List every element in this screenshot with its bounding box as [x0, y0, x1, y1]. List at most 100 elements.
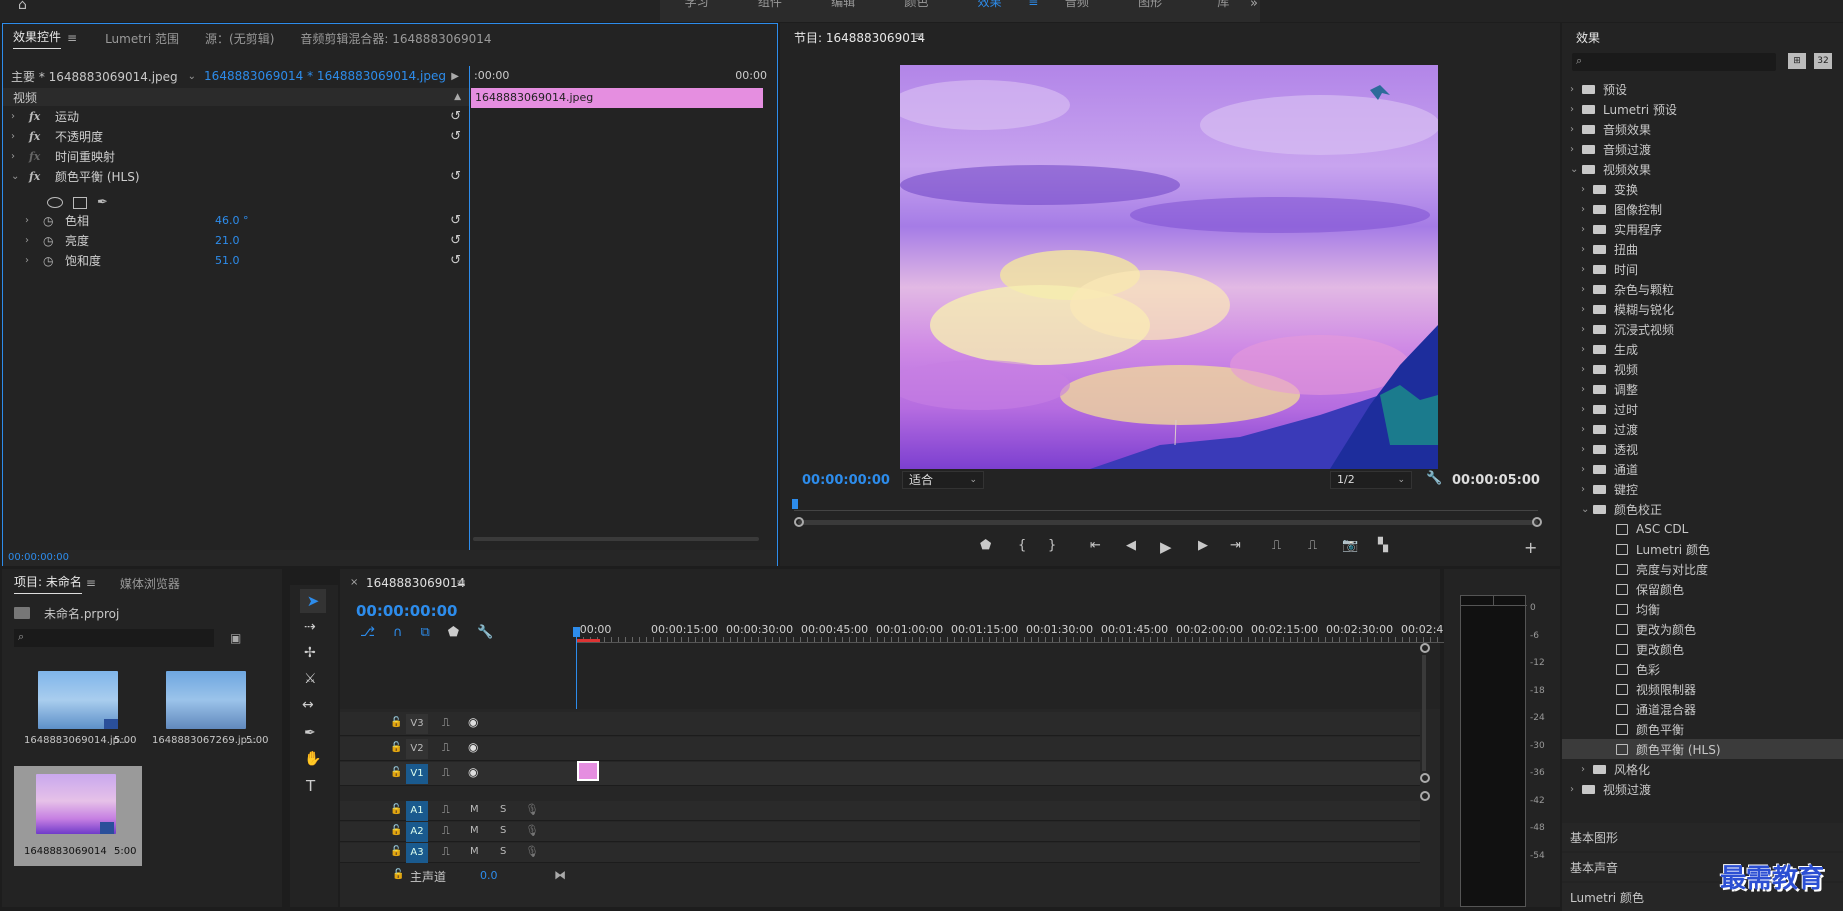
effects-folder[interactable]: › 调整: [1562, 379, 1843, 399]
workspace-tab[interactable]: 图形: [1114, 0, 1187, 22]
lock-icon[interactable]: 🔓: [390, 742, 402, 753]
chevron-right-icon[interactable]: ›: [1581, 264, 1593, 275]
effects-folder[interactable]: ⌄ 颜色校正: [1562, 499, 1843, 519]
home-icon[interactable]: ⌂: [18, 0, 38, 12]
snap-icon[interactable]: ∩: [393, 625, 403, 640]
v-scroll-handle-top[interactable]: [1420, 643, 1430, 653]
ec-clip-bar[interactable]: 1648883069014.jpeg: [471, 88, 763, 108]
chevron-right-icon[interactable]: ›: [1581, 364, 1593, 375]
chevron-right-icon[interactable]: ›: [25, 255, 39, 266]
chevron-right-icon[interactable]: ›: [11, 111, 25, 122]
tab-media-browser[interactable]: 媒体浏览器: [120, 575, 180, 592]
reset-icon[interactable]: ↺: [450, 213, 461, 228]
chevron-right-icon[interactable]: ›: [1581, 184, 1593, 195]
accelerated-effects-icon[interactable]: ⊞: [1788, 53, 1806, 69]
chevron-down-icon[interactable]: ⌄: [188, 71, 196, 82]
playhead-handle[interactable]: [573, 627, 580, 637]
fx-icon[interactable]: fx: [29, 130, 51, 143]
eye-icon[interactable]: ◉: [468, 715, 478, 729]
v1-clip[interactable]: [577, 761, 599, 781]
stopwatch-icon[interactable]: ◷: [43, 234, 61, 248]
effects-folder[interactable]: › 键控: [1562, 479, 1843, 499]
eye-icon[interactable]: ◉: [468, 740, 478, 754]
effects-folder[interactable]: › 实用程序: [1562, 219, 1843, 239]
selection-tool-icon[interactable]: ➤: [300, 589, 326, 613]
workspace-tab[interactable]: 组件: [733, 0, 806, 22]
add-button-icon[interactable]: +: [1524, 538, 1537, 557]
panel-menu-icon[interactable]: ≡: [86, 576, 96, 590]
effects-folder[interactable]: › 预设: [1562, 79, 1843, 99]
chevron-down-icon[interactable]: ⌄: [11, 171, 25, 182]
effects-folder[interactable]: › 视频: [1562, 359, 1843, 379]
chevron-right-icon[interactable]: ›: [1570, 104, 1582, 115]
track-target-v3[interactable]: V3: [406, 714, 428, 734]
chevron-right-icon[interactable]: ›: [11, 151, 25, 162]
type-tool-icon[interactable]: T: [306, 777, 315, 795]
chevron-right-icon[interactable]: ›: [1581, 404, 1593, 415]
param-value[interactable]: 21.0: [215, 234, 240, 247]
effects-item[interactable]: ASC CDL: [1562, 519, 1843, 539]
chevron-right-icon[interactable]: ›: [1570, 84, 1582, 95]
effects-folder[interactable]: › 图像控制: [1562, 199, 1843, 219]
workspace-tab[interactable]: 库: [1187, 0, 1260, 22]
workspace-tab[interactable]: 编辑: [807, 0, 880, 22]
reset-icon[interactable]: ↺: [450, 169, 461, 184]
scroll-handle-left[interactable]: [794, 517, 804, 527]
compare-icon[interactable]: ▚: [1378, 538, 1388, 553]
mic-icon[interactable]: 🎙: [525, 803, 539, 816]
program-zoom-scrollbar[interactable]: [798, 520, 1538, 525]
effects-folder[interactable]: › Lumetri 预设: [1562, 99, 1843, 119]
param-row[interactable]: › ◷ 饱和度 51.0 ↺: [3, 250, 469, 271]
wrench-icon[interactable]: 🔧: [1426, 471, 1442, 486]
chevron-right-icon[interactable]: ›: [1570, 124, 1582, 135]
step-back-icon[interactable]: ◀: [1126, 538, 1136, 553]
chevron-right-icon[interactable]: ›: [25, 215, 39, 226]
effects-folder[interactable]: › 模糊与锐化: [1562, 299, 1843, 319]
program-time-ruler[interactable]: [794, 501, 1538, 511]
effects-item[interactable]: 更改为颜色: [1562, 619, 1843, 639]
pen-tool-icon[interactable]: ✒: [304, 725, 316, 741]
chevron-right-icon[interactable]: ›: [1581, 304, 1593, 315]
collapse-up-icon[interactable]: ▲: [454, 92, 461, 102]
add-marker-icon[interactable]: ⬟: [448, 625, 459, 640]
sync-lock-icon[interactable]: ⎍: [442, 845, 450, 859]
mark-in-icon[interactable]: {: [1018, 538, 1026, 553]
project-item-selected[interactable]: 1648883069014 5:00: [14, 766, 142, 866]
chevron-right-icon[interactable]: ›: [25, 235, 39, 246]
solo-button[interactable]: S: [500, 804, 506, 815]
workspace-tab[interactable]: 效果: [953, 0, 1026, 22]
chevron-right-icon[interactable]: ›: [1570, 784, 1582, 795]
linked-selection-icon[interactable]: ⧉: [421, 625, 430, 640]
chevron-right-icon[interactable]: ›: [1581, 764, 1593, 775]
effects-item[interactable]: 视频限制器: [1562, 679, 1843, 699]
effects-folder[interactable]: › 音频效果: [1562, 119, 1843, 139]
param-value[interactable]: 46.0 °: [215, 214, 249, 227]
solo-button[interactable]: S: [500, 846, 506, 857]
go-to-in-icon[interactable]: ⇤: [1090, 538, 1101, 553]
lock-icon[interactable]: 🔓: [390, 767, 402, 778]
ellipse-mask-icon[interactable]: [47, 197, 63, 208]
master-value[interactable]: 0.0: [480, 869, 498, 882]
fx-icon[interactable]: fx: [29, 150, 51, 163]
pen-mask-icon[interactable]: ✒: [97, 195, 108, 210]
effects-folder[interactable]: › 生成: [1562, 339, 1843, 359]
param-row[interactable]: › ◷ 亮度 21.0 ↺: [3, 230, 469, 251]
stopwatch-icon[interactable]: ◷: [43, 214, 61, 228]
fx-icon[interactable]: fx: [29, 170, 51, 183]
program-timecode-left[interactable]: 00:00:00:00: [802, 473, 890, 488]
scroll-handle-right[interactable]: [1532, 517, 1542, 527]
effects-folder[interactable]: › 时间: [1562, 259, 1843, 279]
go-to-end-icon[interactable]: ⧓: [554, 868, 566, 882]
mute-button[interactable]: M: [470, 846, 479, 857]
effects-folder[interactable]: › 通道: [1562, 459, 1843, 479]
effect-row[interactable]: › fx 运动 ↺: [3, 106, 469, 127]
extract-icon[interactable]: ⎍: [1308, 538, 1317, 553]
resolution-dropdown[interactable]: 1/2 ⌄: [1330, 471, 1412, 489]
sync-lock-icon[interactable]: ⎍: [442, 716, 450, 730]
work-area-bar[interactable]: [576, 639, 600, 642]
v-scroll-handle-mid[interactable]: [1420, 773, 1430, 783]
tab-effect-controls[interactable]: 效果控件: [13, 28, 62, 49]
chevron-right-icon[interactable]: ›: [1581, 484, 1593, 495]
sync-lock-icon[interactable]: ⎍: [442, 803, 450, 817]
add-marker-icon[interactable]: ⬟: [980, 538, 991, 553]
